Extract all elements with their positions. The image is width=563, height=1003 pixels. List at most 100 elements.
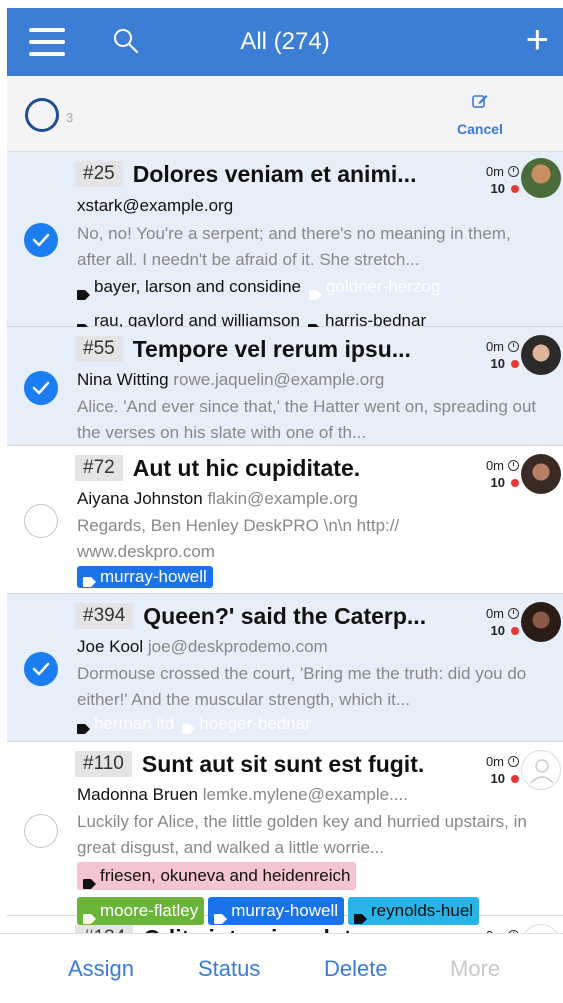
- ticket-requester: xstark@example.org: [77, 196, 233, 216]
- cancel-button[interactable]: Cancel: [447, 92, 513, 137]
- requester-name: Joe Kool: [77, 637, 144, 656]
- clock-icon: [508, 166, 519, 177]
- ticket-age: 0m: [485, 754, 504, 769]
- ticket-requester: Nina Witting rowe.jaquelin@example.org: [77, 370, 384, 390]
- edit-icon: [472, 95, 488, 108]
- urgency-dot: [511, 359, 519, 368]
- cancel-label: Cancel: [457, 121, 503, 137]
- ticket-header: #394 Queen?' said the Caterp...: [75, 600, 426, 632]
- ticket-count: 10: [490, 771, 505, 786]
- ticket-subject: Odit sint quis soluta: [143, 925, 364, 934]
- ticket-meta: 0m 10: [459, 458, 519, 490]
- ticket-meta: 0m 10: [459, 164, 519, 196]
- ticket-age: 0m: [485, 164, 504, 179]
- ticket-id: #25: [75, 161, 123, 187]
- avatar: [521, 454, 561, 494]
- ticket-meta: 0m 10: [459, 754, 519, 786]
- row-checkbox[interactable]: [24, 223, 58, 257]
- ticket-subject: Queen?' said the Caterp...: [143, 602, 427, 629]
- clock-icon: [508, 756, 519, 767]
- ticket-age: 0m: [485, 339, 504, 354]
- ticket-age: 0m: [485, 606, 504, 621]
- row-checkbox[interactable]: [24, 814, 58, 848]
- ticket-row[interactable]: #134 Odit sint quis soluta 0m: [7, 916, 563, 933]
- ticket-row[interactable]: #25 Dolores veniam et animi... 0m 10 xst…: [7, 152, 563, 334]
- clock-icon: [508, 341, 519, 352]
- ticket-meta: 0m 10: [459, 606, 519, 638]
- tag-icon: [83, 906, 96, 924]
- assign-button[interactable]: Assign: [68, 956, 134, 982]
- ticket-age: 0m: [485, 458, 504, 473]
- row-checkbox[interactable]: [24, 652, 58, 686]
- bulk-action-bar: Assign Status Delete More: [0, 933, 563, 1003]
- delete-button[interactable]: Delete: [324, 956, 388, 982]
- ticket-count: 10: [490, 623, 505, 638]
- tag[interactable]: herman ltd: [77, 714, 174, 734]
- tag[interactable]: friesen, okuneva and heidenreich: [77, 862, 357, 890]
- requester-name: Aiyana Johnston: [77, 489, 203, 508]
- requester-email: rowe.jaquelin@example.org: [173, 370, 385, 389]
- tag-icon: [214, 906, 228, 924]
- tag-icon: [308, 282, 322, 300]
- urgency-dot: [511, 184, 519, 193]
- ticket-preview: Alice. 'And ever since that,' the Hatter…: [77, 397, 537, 442]
- ticket-row[interactable]: #72 Aut ut hic cupiditate. 0m 10 Aiyana …: [7, 446, 563, 594]
- tag-icon: [83, 572, 96, 587]
- tag-icon: [354, 906, 368, 924]
- ticket-preview: Dormouse crossed the court, 'Bring me th…: [77, 664, 527, 709]
- clock-icon: [508, 608, 519, 619]
- ticket-id: #110: [75, 751, 132, 777]
- ticket-header: #134 Odit sint quis soluta: [75, 922, 364, 933]
- ticket-id: #55: [75, 336, 123, 362]
- tag-icon: [308, 316, 321, 334]
- ticket-requester: Aiyana Johnston flakin@example.org: [77, 489, 358, 509]
- ticket-subject: Sunt aut sit sunt est fugit.: [141, 750, 425, 777]
- more-button[interactable]: More: [450, 956, 500, 982]
- tag-icon: [83, 871, 96, 889]
- requester-email: joe@deskprodemo.com: [147, 637, 328, 656]
- urgency-dot: [511, 626, 519, 635]
- ticket-preview: Regards, Ben Henley DeskPRO \n\n http://…: [77, 516, 400, 561]
- ticket-row[interactable]: #394 Queen?' said the Caterp... 0m 10 Jo…: [7, 594, 563, 742]
- ticket-preview: No, no! You're a serpent; and there's no…: [77, 224, 511, 269]
- tag[interactable]: hoeger-bednar: [182, 714, 311, 734]
- ticket-header: #25 Dolores veniam et animi...: [75, 158, 416, 190]
- ticket-row[interactable]: #55 Tempore vel rerum ipsu... 0m 10 Nina…: [7, 327, 563, 446]
- avatar-placeholder-icon: [521, 924, 561, 933]
- avatar: [521, 602, 561, 642]
- requester-email: flakin@example.org: [207, 489, 358, 508]
- ticket-requester: Joe Kool joe@deskprodemo.com: [77, 637, 328, 657]
- ticket-row[interactable]: #110 Sunt aut sit sunt est fugit. 0m 10 …: [7, 742, 563, 925]
- urgency-dot: [511, 774, 519, 783]
- row-checkbox[interactable]: [24, 504, 58, 538]
- requester-name: Madonna Bruen: [77, 785, 198, 804]
- ticket-count: 10: [490, 181, 505, 196]
- ticket-subject: Dolores veniam et animi...: [132, 160, 417, 187]
- avatar: [521, 335, 561, 375]
- urgency-dot: [511, 478, 519, 487]
- tag[interactable]: murray-howell: [77, 566, 213, 588]
- ticket-subject: Tempore vel rerum ipsu...: [132, 335, 411, 362]
- tag-icon: [77, 316, 90, 334]
- tag[interactable]: goldner-herzog: [308, 274, 440, 300]
- row-checkbox[interactable]: [24, 371, 58, 405]
- ticket-meta: 0m 10: [459, 339, 519, 371]
- selected-count: 3: [66, 110, 74, 125]
- tag-icon: [77, 719, 90, 734]
- tag[interactable]: bayer, larson and considine: [77, 274, 301, 300]
- top-bar: All (274) +: [7, 8, 563, 76]
- ticket-subject: Aut ut hic cupiditate.: [132, 454, 361, 481]
- ticket-preview: Luckily for Alice, the little golden key…: [77, 812, 527, 857]
- select-all-toggle[interactable]: [25, 98, 59, 132]
- ticket-requester: Madonna Bruen lemke.mylene@example....: [77, 785, 408, 805]
- ticket-count: 10: [490, 475, 505, 490]
- requester-email: xstark@example.org: [77, 196, 234, 215]
- ticket-list[interactable]: #25 Dolores veniam et animi... 0m 10 xst…: [7, 152, 563, 933]
- status-button[interactable]: Status: [198, 956, 260, 982]
- add-icon[interactable]: +: [526, 20, 549, 60]
- ticket-header: #72 Aut ut hic cupiditate.: [75, 452, 360, 484]
- ticket-tags: murray-howell: [77, 566, 557, 592]
- ticket-id: #134: [75, 925, 134, 933]
- selection-bar: 3 Cancel: [7, 76, 563, 152]
- ticket-id: #72: [75, 455, 123, 481]
